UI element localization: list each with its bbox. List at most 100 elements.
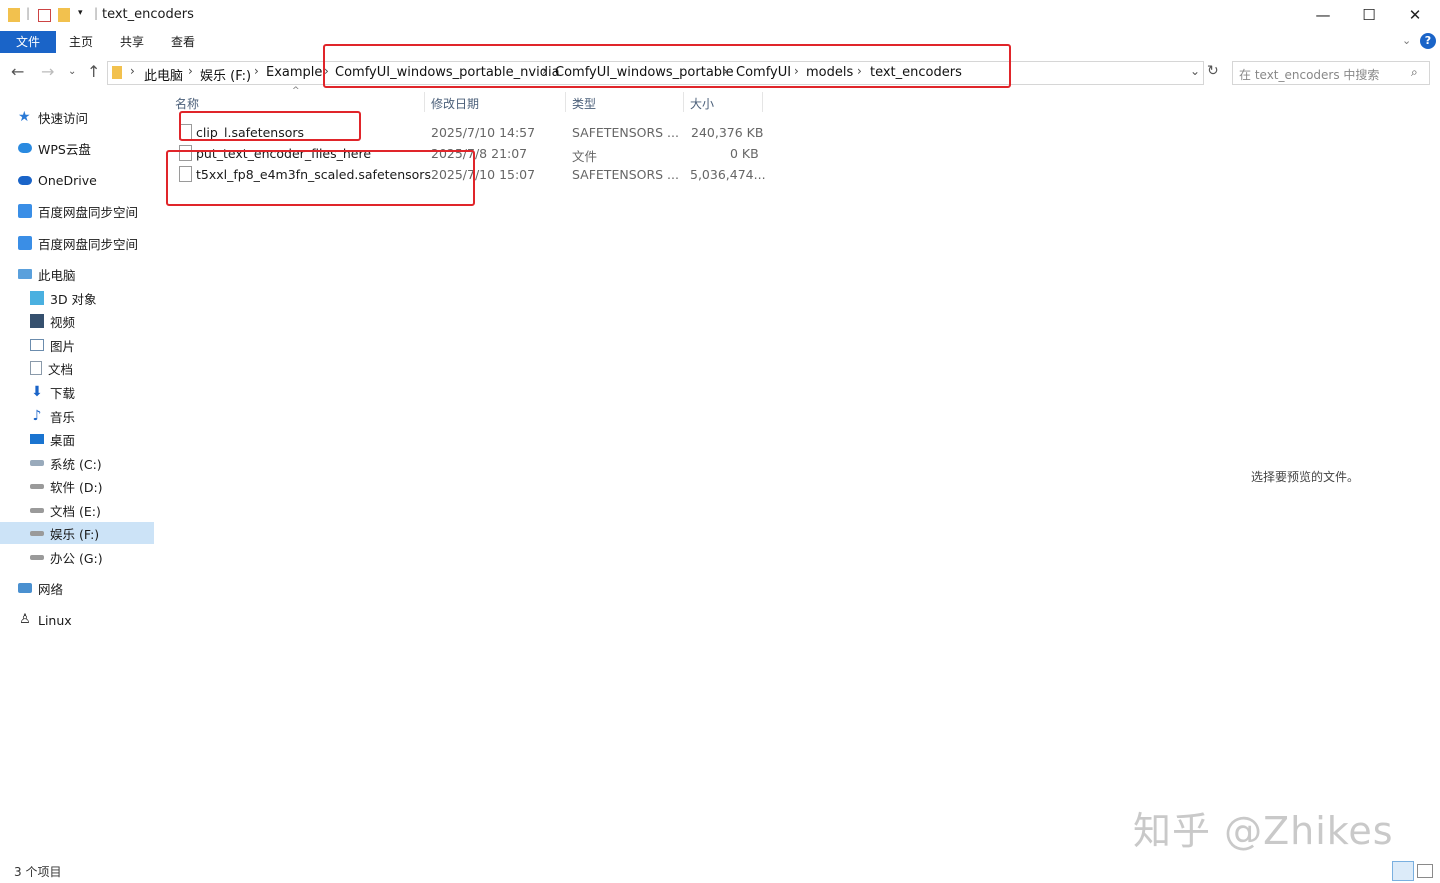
file-type: SAFETENSORS ... bbox=[572, 167, 679, 182]
divider: | bbox=[26, 6, 31, 20]
close-button[interactable]: ✕ bbox=[1392, 0, 1438, 30]
breadcrumb-drive-f[interactable]: 娱乐 (F:) bbox=[200, 65, 251, 84]
address-history-icon[interactable]: ⌄ bbox=[1190, 64, 1200, 78]
tab-home[interactable]: 主页 bbox=[57, 31, 105, 53]
sidebar-item-baidu-sync[interactable]: 百度网盘同步空间 bbox=[18, 200, 138, 222]
breadcrumb-separator[interactable]: › bbox=[188, 64, 193, 78]
new-folder-icon[interactable] bbox=[58, 8, 70, 22]
refresh-icon[interactable]: ↻ bbox=[1207, 63, 1219, 79]
file-type: SAFETENSORS ... bbox=[572, 125, 679, 140]
file-modified: 2025/7/10 14:57 bbox=[431, 125, 536, 140]
properties-icon[interactable] bbox=[38, 9, 51, 22]
up-arrow-icon[interactable]: ↑ bbox=[87, 62, 100, 81]
sidebar-item-label: 百度网盘同步空间 bbox=[38, 204, 139, 220]
search-input[interactable]: 在 text_encoders 中搜索 bbox=[1239, 66, 1379, 83]
tab-view[interactable]: 查看 bbox=[159, 31, 207, 53]
sidebar-item-linux[interactable]: ♙ Linux bbox=[18, 609, 72, 631]
column-divider[interactable] bbox=[424, 92, 425, 112]
large-icons-view-icon[interactable] bbox=[1417, 864, 1433, 878]
column-header-modified[interactable]: 修改日期 bbox=[431, 95, 479, 112]
sidebar-item-label: 音乐 bbox=[50, 409, 76, 425]
recent-locations-icon[interactable]: ⌄ bbox=[68, 66, 76, 77]
tab-share[interactable]: 共享 bbox=[108, 31, 156, 53]
annotation-box-t5xxl bbox=[166, 150, 475, 206]
sidebar-item-label: 娱乐 (F:) bbox=[50, 526, 100, 542]
column-header-size[interactable]: 大小 bbox=[690, 95, 714, 112]
picture-icon bbox=[30, 339, 44, 351]
sidebar-item-3d-objects[interactable]: 3D 对象 bbox=[30, 287, 97, 309]
status-item-count: 3 个项目 bbox=[14, 865, 62, 879]
sidebar-item-drive-f[interactable]: 娱乐 (F:) bbox=[0, 522, 154, 544]
details-view-icon[interactable] bbox=[1392, 861, 1414, 881]
sidebar-item-videos[interactable]: 视频 bbox=[30, 310, 75, 332]
drive-icon bbox=[30, 460, 44, 466]
sidebar-item-label: 桌面 bbox=[50, 432, 76, 448]
column-divider[interactable] bbox=[762, 92, 763, 112]
computer-icon bbox=[18, 269, 32, 279]
sidebar-item-network[interactable]: 网络 bbox=[18, 577, 63, 599]
cloud-icon bbox=[18, 175, 32, 185]
sidebar-item-label: Linux bbox=[38, 612, 72, 628]
drive-icon bbox=[30, 483, 44, 489]
window-title: text_encoders bbox=[102, 7, 194, 22]
sort-ascending-icon: ^ bbox=[292, 86, 300, 96]
sidebar-item-label: OneDrive bbox=[38, 172, 97, 188]
column-header-type[interactable]: 类型 bbox=[572, 95, 596, 112]
breadcrumb-separator[interactable]: › bbox=[130, 64, 135, 78]
customize-quick-access-icon[interactable]: ▾ bbox=[78, 8, 83, 18]
forward-arrow-icon[interactable]: → bbox=[41, 62, 54, 81]
divider: | bbox=[94, 6, 99, 20]
sidebar-item-label: 图片 bbox=[50, 338, 76, 354]
maximize-button[interactable]: ☐ bbox=[1346, 0, 1392, 30]
sidebar-item-documents[interactable]: 文档 bbox=[30, 357, 73, 379]
sidebar-item-onedrive[interactable]: OneDrive bbox=[18, 169, 97, 191]
file-size: 5,036,474... bbox=[690, 167, 766, 182]
watermark: 知乎 @Zhikes bbox=[1133, 809, 1394, 853]
annotation-box-clip bbox=[179, 111, 361, 141]
breadcrumb-example[interactable]: Example bbox=[266, 65, 322, 80]
sidebar-item-desktop[interactable]: 桌面 bbox=[30, 428, 75, 450]
network-icon bbox=[18, 583, 32, 593]
sidebar-item-label: 软件 (D:) bbox=[50, 479, 103, 495]
sidebar-item-label: 快速访问 bbox=[38, 110, 89, 126]
column-divider[interactable] bbox=[565, 92, 566, 112]
sidebar-item-label: 系统 (C:) bbox=[50, 456, 102, 472]
file-type: 文件 bbox=[572, 149, 598, 164]
sidebar-item-label: 视频 bbox=[50, 314, 76, 330]
drive-icon bbox=[30, 507, 44, 513]
sidebar-item-drive-d[interactable]: 软件 (D:) bbox=[30, 475, 103, 497]
sidebar-item-drive-g[interactable]: 办公 (G:) bbox=[30, 546, 103, 568]
search-icon[interactable]: ⌕ bbox=[1411, 65, 1418, 80]
sidebar-item-label: 3D 对象 bbox=[50, 291, 97, 307]
sidebar-item-label: 网络 bbox=[38, 581, 64, 597]
column-divider[interactable] bbox=[683, 92, 684, 112]
column-header-name[interactable]: 名称 bbox=[175, 95, 199, 112]
sidebar-item-baidu-sync[interactable]: 百度网盘同步空间 bbox=[18, 232, 138, 254]
breadcrumb-this-pc[interactable]: 此电脑 bbox=[144, 65, 183, 84]
sidebar-item-pictures[interactable]: 图片 bbox=[30, 334, 75, 356]
annotation-box-address bbox=[323, 44, 1011, 88]
minimize-button[interactable]: — bbox=[1300, 0, 1346, 30]
help-icon[interactable]: ? bbox=[1420, 33, 1436, 49]
sidebar-item-wps-cloud[interactable]: WPS云盘 bbox=[18, 137, 91, 159]
sidebar-item-label: 文档 bbox=[48, 361, 74, 377]
sidebar-item-downloads[interactable]: ⬇ 下载 bbox=[30, 381, 75, 403]
sidebar-item-this-pc[interactable]: 此电脑 bbox=[18, 263, 76, 285]
sidebar-item-drive-e[interactable]: 文档 (E:) bbox=[30, 499, 101, 521]
sidebar-item-music[interactable]: ♪ 音乐 bbox=[30, 405, 75, 427]
cube-icon bbox=[30, 291, 44, 305]
sidebar-item-drive-c[interactable]: 系统 (C:) bbox=[30, 452, 102, 474]
expand-ribbon-icon[interactable]: ⌄ bbox=[1402, 34, 1411, 47]
file-size: 240,376 KB bbox=[691, 125, 764, 140]
tab-file[interactable]: 文件 bbox=[0, 31, 56, 53]
linux-icon: ♙ bbox=[19, 612, 31, 627]
breadcrumb-separator[interactable]: › bbox=[254, 64, 259, 78]
download-icon: ⬇ bbox=[31, 384, 43, 400]
sidebar-item-label: WPS云盘 bbox=[38, 141, 91, 157]
folder-icon bbox=[8, 8, 20, 22]
preview-message: 选择要预览的文件。 bbox=[1251, 470, 1360, 484]
folder-icon bbox=[112, 66, 122, 79]
sidebar-item-quick-access[interactable]: ★ 快速访问 bbox=[18, 106, 88, 128]
search-box[interactable]: 在 text_encoders 中搜索 ⌕ bbox=[1232, 61, 1430, 85]
back-arrow-icon[interactable]: ← bbox=[11, 62, 24, 81]
